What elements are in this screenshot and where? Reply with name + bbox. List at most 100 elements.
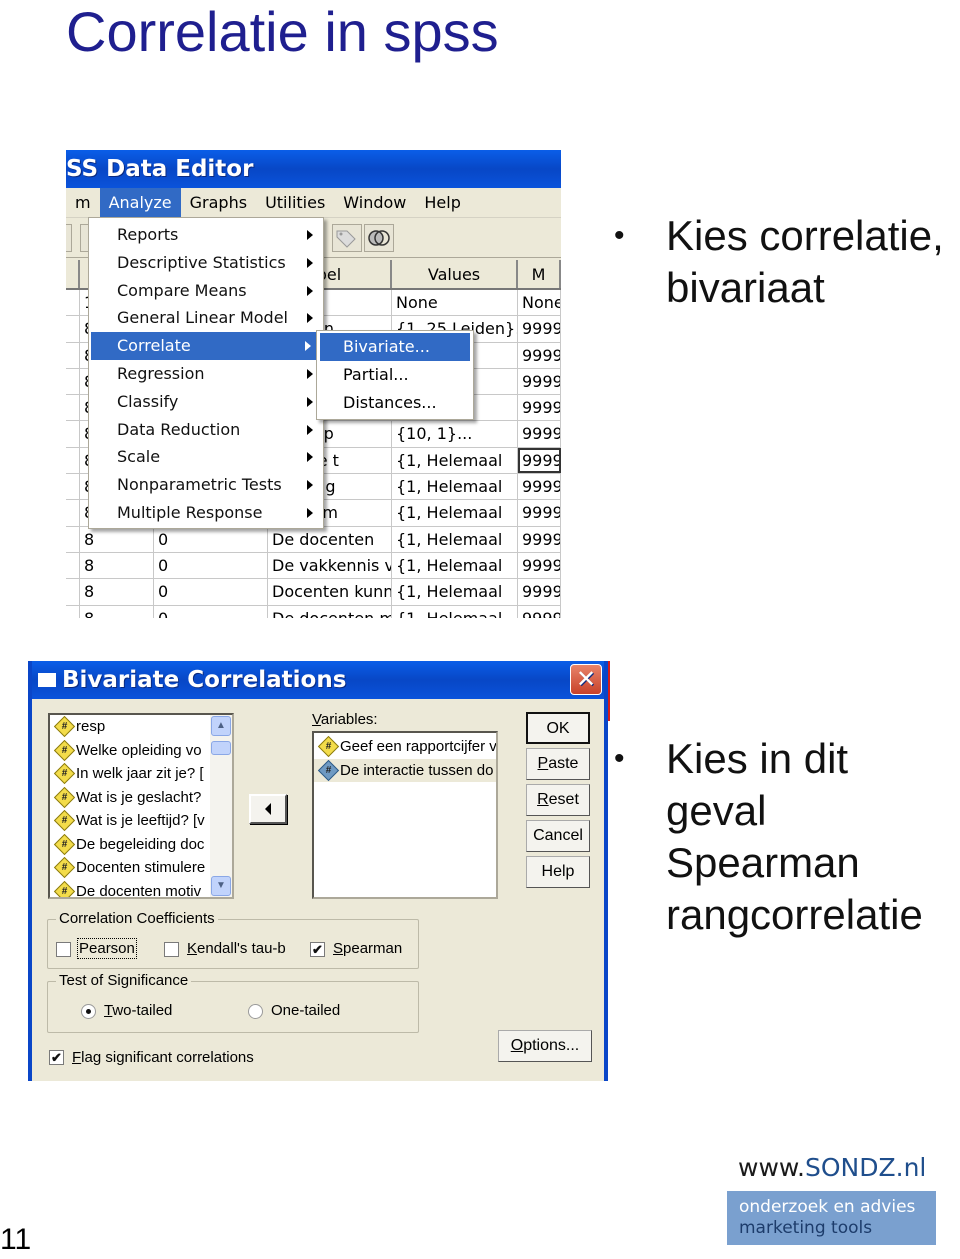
grid-cell[interactable]: 0 (154, 552, 268, 579)
grid-cell[interactable]: 8 (80, 552, 154, 579)
grid-cell[interactable]: 9999 (518, 447, 561, 474)
grid-cell[interactable]: {10, 1}... (392, 421, 518, 447)
list-item[interactable]: # Welke opleiding vo (50, 739, 210, 763)
help-button[interactable]: Help (526, 856, 590, 888)
grid-cell[interactable]: 9999 (518, 421, 561, 447)
one-tailed-radio[interactable] (248, 1004, 263, 1019)
spearman-label[interactable]: Spearman (333, 940, 402, 957)
grid-cell[interactable]: 0 (154, 526, 268, 552)
grid-cell[interactable]: 9999 (518, 395, 561, 421)
menu-item-multiple-response[interactable]: Multiple Response (89, 499, 323, 527)
menu-item-scale[interactable]: Scale (89, 443, 323, 471)
grid-cell[interactable] (66, 526, 80, 552)
menu-item-descriptive-statistics[interactable]: Descriptive Statistics (89, 249, 323, 277)
grid-cell[interactable]: 9999 (518, 316, 561, 342)
grid-cell[interactable] (66, 447, 80, 474)
paste-button[interactable]: Paste (526, 748, 590, 780)
grid-cell[interactable] (66, 395, 80, 421)
column-header[interactable] (66, 260, 80, 288)
reset-button[interactable]: Reset (526, 784, 590, 816)
grid-cell[interactable]: {1, Helemaal (392, 579, 518, 605)
grid-cell[interactable]: 9999 (518, 342, 561, 368)
menu-item-nonparametric-tests[interactable]: Nonparametric Tests (89, 471, 323, 499)
grid-cell[interactable]: Docenten kunn (268, 579, 392, 605)
grid-cell[interactable] (66, 342, 80, 368)
grid-cell[interactable] (66, 605, 80, 618)
menu-item-distances[interactable]: Distances... (317, 389, 473, 417)
toolbar-button[interactable] (66, 224, 72, 252)
grid-cell[interactable]: 9999 (518, 552, 561, 579)
grid-cell[interactable]: 9999 (518, 605, 561, 618)
grid-cell[interactable]: {1, Helemaal (392, 447, 518, 474)
source-variable-list[interactable]: # resp # Welke opleiding vo # In welk jaar zi… (48, 713, 234, 899)
list-item[interactable]: # Docenten stimulere (50, 856, 210, 880)
grid-cell[interactable] (66, 552, 80, 579)
grid-cell[interactable]: De docenten mi (268, 605, 392, 618)
close-button[interactable]: ✕ (570, 664, 602, 695)
one-tailed-label[interactable]: One-tailed (271, 1002, 340, 1019)
menu-item-general-linear-model[interactable]: General Linear Model (89, 304, 323, 332)
list-item[interactable]: # Geef een rapportcijfer v (314, 735, 496, 759)
cancel-button[interactable]: Cancel (526, 820, 590, 852)
flag-significant-checkbox[interactable]: ✔ (49, 1050, 64, 1065)
sondz-url[interactable]: www.SONDZ.nl (738, 1153, 926, 1182)
flag-significant-label[interactable]: Flag significant correlations (72, 1049, 254, 1066)
grid-cell[interactable]: {1, Helemaal (392, 552, 518, 579)
selected-variables-list[interactable]: # Geef een rapportcijfer v # De interactie … (312, 731, 498, 899)
grid-cell[interactable]: 9999 (518, 526, 561, 552)
grid-cell[interactable] (66, 421, 80, 447)
list-item[interactable]: # In welk jaar zit je? [ (50, 762, 210, 786)
menu-item-partial[interactable]: Partial... (317, 361, 473, 389)
menu-item-regression[interactable]: Regression (89, 360, 323, 388)
kendall-checkbox[interactable] (164, 942, 179, 957)
grid-cell[interactable] (66, 290, 80, 316)
value-labels-icon[interactable] (332, 224, 362, 252)
menu-item-data-reduction[interactable]: Data Reduction (89, 416, 323, 444)
two-tailed-label[interactable]: Two-tailed (104, 1002, 172, 1019)
kendall-label[interactable]: Kendall's tau-b (187, 940, 286, 957)
use-sets-icon[interactable] (364, 224, 394, 252)
grid-cell[interactable]: 9999 (518, 368, 561, 395)
menu-utilities[interactable]: Utilities (256, 188, 334, 217)
menu-item-reports[interactable]: Reports (89, 221, 323, 249)
grid-cell[interactable]: 0 (154, 605, 268, 618)
grid-cell[interactable]: 8 (80, 605, 154, 618)
list-item[interactable]: # Wat is je geslacht? (50, 786, 210, 810)
list-item[interactable]: # De docenten motiv (50, 880, 210, 897)
scroll-down-button[interactable]: ▼ (211, 876, 231, 896)
grid-cell[interactable] (66, 368, 80, 395)
menu-graphs[interactable]: Graphs (181, 188, 256, 217)
options-button[interactable]: Options... (498, 1030, 592, 1062)
menu-item-correlate[interactable]: Correlate (91, 332, 321, 360)
list-item[interactable]: # resp (50, 715, 210, 739)
menu-item-classify[interactable]: Classify (89, 388, 323, 416)
spearman-checkbox[interactable]: ✔ (310, 942, 325, 957)
grid-cell[interactable]: {1, Helemaal (392, 500, 518, 526)
list-item[interactable]: # Wat is je leeftijd? [v (50, 809, 210, 833)
grid-cell[interactable]: De docenten (268, 526, 392, 552)
source-list-scrollbar[interactable]: ▲ ▼ (210, 715, 232, 897)
grid-cell[interactable]: 8 (80, 579, 154, 605)
grid-cell[interactable] (66, 316, 80, 342)
pearson-label[interactable]: Pearson (77, 938, 137, 959)
menu-help[interactable]: Help (415, 188, 469, 217)
grid-cell[interactable]: 9999 (518, 579, 561, 605)
ok-button[interactable]: OK (526, 712, 590, 744)
column-header-missing[interactable]: M (518, 260, 561, 288)
column-header-values[interactable]: Values (392, 260, 518, 288)
scroll-up-button[interactable]: ▲ (211, 716, 231, 736)
grid-cell[interactable]: {1, Helemaal (392, 526, 518, 552)
scroll-thumb[interactable] (211, 741, 231, 755)
grid-cell[interactable]: None (392, 290, 518, 316)
menu-analyze[interactable]: Analyze (99, 188, 181, 217)
grid-cell[interactable]: {1, Helemaal (392, 605, 518, 618)
grid-cell[interactable] (66, 474, 80, 500)
grid-cell[interactable]: {1, Helemaal (392, 474, 518, 500)
grid-cell[interactable] (66, 579, 80, 605)
grid-cell[interactable]: 0 (154, 579, 268, 605)
menu-m[interactable]: m (66, 188, 100, 217)
grid-cell[interactable]: 8 (80, 526, 154, 552)
menu-item-bivariate[interactable]: Bivariate... (320, 333, 470, 361)
list-item[interactable]: # De interactie tussen do (314, 758, 496, 782)
grid-cell[interactable]: 9999 (518, 474, 561, 500)
